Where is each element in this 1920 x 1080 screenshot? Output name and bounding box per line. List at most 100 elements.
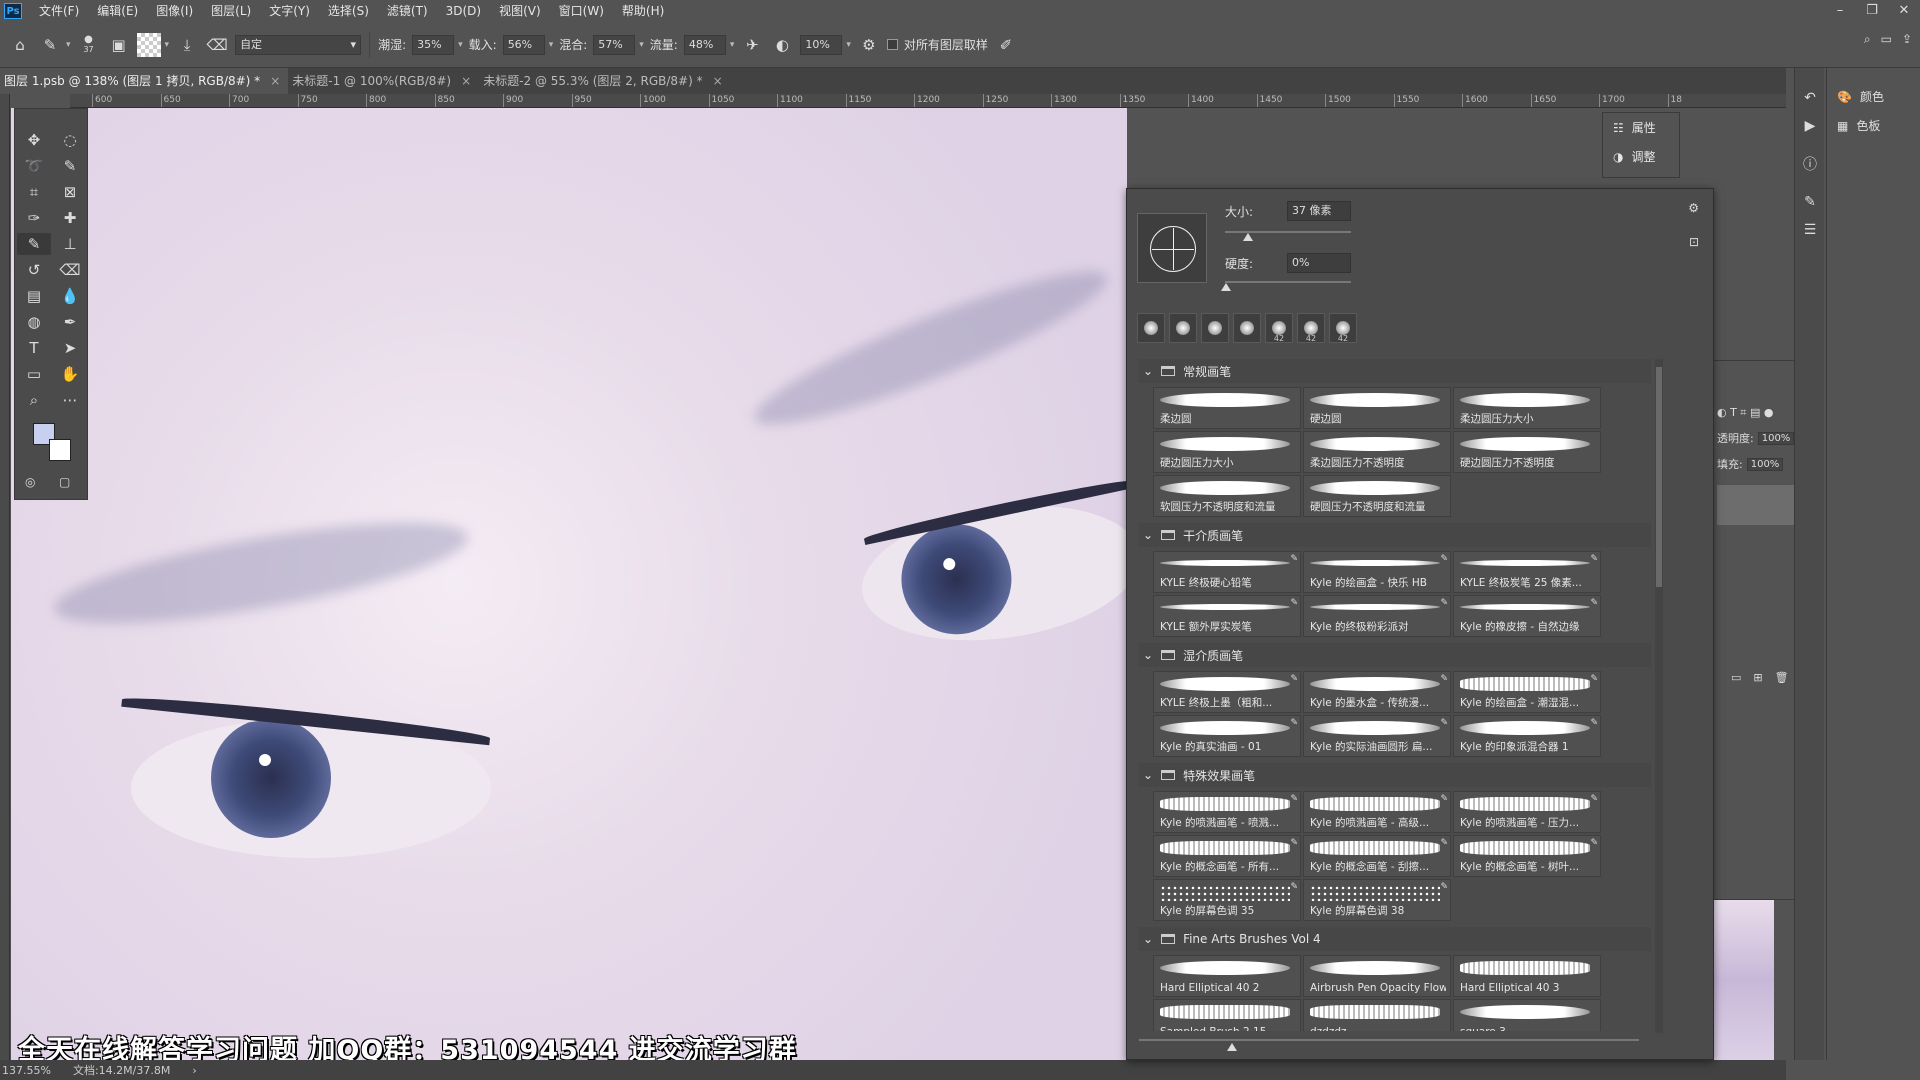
- lasso-tool-icon[interactable]: ➰: [17, 155, 51, 177]
- sample-all-layers-checkbox[interactable]: [886, 39, 898, 50]
- eyedropper-tool-icon[interactable]: ✑: [17, 207, 51, 229]
- brush-preset[interactable]: Hard Elliptical 40 3: [1453, 955, 1601, 997]
- close-button[interactable]: ✕: [1888, 0, 1920, 22]
- load-field[interactable]: 56%: [502, 34, 545, 55]
- pen-tool-icon[interactable]: ✒: [53, 311, 87, 333]
- quick-mask-icon[interactable]: ◎: [25, 475, 35, 489]
- screen-mode-icon[interactable]: ▢: [59, 475, 70, 489]
- brush-preset[interactable]: Kyle 的概念画笔 - 所有... ✎: [1153, 835, 1301, 877]
- trash-icon[interactable]: 🗑: [1775, 671, 1789, 684]
- brush-preset[interactable]: 硬圆压力不透明度和流量: [1303, 475, 1451, 517]
- layer-filter-icons[interactable]: ◐ T ⌗ ▤ ●: [1717, 406, 1774, 420]
- menu-item[interactable]: 视图(V): [490, 0, 550, 22]
- zoom-tool-icon[interactable]: ⌕: [17, 389, 51, 411]
- properties-button[interactable]: ☷ 属性: [1603, 113, 1679, 142]
- menu-item[interactable]: 3D(D): [437, 0, 490, 22]
- mixer-brush-tool-icon[interactable]: ✎: [38, 33, 62, 57]
- eraser-tool-icon[interactable]: ⌫: [53, 259, 87, 281]
- brush-preset[interactable]: 柔边圆: [1153, 387, 1301, 429]
- move-tool-icon[interactable]: ✥: [17, 129, 51, 151]
- hand-tool-icon[interactable]: ✋: [53, 363, 87, 385]
- frame-tool-icon[interactable]: ⊠: [53, 181, 87, 203]
- brush-preset[interactable]: Kyle 的喷溅画笔 - 喷溅... ✎: [1153, 791, 1301, 833]
- crop-tool-icon[interactable]: ⌗: [17, 181, 51, 203]
- more-tools-icon[interactable]: ⋯: [53, 389, 87, 411]
- color-panel-tab[interactable]: 🎨 颜色: [1827, 82, 1920, 111]
- opacity-field[interactable]: 100%: [1757, 431, 1795, 445]
- recent-brush[interactable]: [1169, 313, 1197, 343]
- clean-brush-icon[interactable]: ⌫: [205, 33, 229, 57]
- smoothing-field[interactable]: 10%: [800, 34, 843, 55]
- close-icon[interactable]: ×: [461, 68, 471, 94]
- swatches-panel-tab[interactable]: ▦ 色板: [1827, 111, 1920, 140]
- history-brush-tool-icon[interactable]: ↺: [17, 259, 51, 281]
- menu-item[interactable]: 帮助(H): [613, 0, 673, 22]
- brush-group-header[interactable]: ⌄ 湿介质画笔: [1139, 643, 1651, 667]
- tab-document-3[interactable]: 未标题-2 @ 55.3% (图层 2, RGB/8#) * ×: [479, 68, 730, 94]
- brush-preset[interactable]: Kyle 的实际油画圆形 扁... ✎: [1303, 715, 1451, 757]
- wetness-field[interactable]: 35%: [412, 34, 455, 55]
- brush-preset[interactable]: Sampled Brush 2 15: [1153, 999, 1301, 1031]
- zoom-level[interactable]: 137.55%: [2, 1064, 51, 1077]
- menu-item[interactable]: 滤镜(T): [378, 0, 437, 22]
- chevron-down-icon[interactable]: ⌄: [1143, 768, 1153, 782]
- brush-settings-icon[interactable]: ▣: [107, 33, 131, 57]
- channels-icon[interactable]: ☰: [1795, 216, 1825, 244]
- airbrush-icon[interactable]: ✈: [740, 33, 764, 57]
- quick-select-tool-icon[interactable]: ✎: [53, 155, 87, 177]
- rectangle-tool-icon[interactable]: ▭: [17, 363, 51, 385]
- actions-icon[interactable]: ▶: [1795, 112, 1825, 140]
- recent-brush[interactable]: 42: [1297, 313, 1325, 343]
- menu-item[interactable]: 文字(Y): [260, 0, 319, 22]
- recent-brush[interactable]: [1137, 313, 1165, 343]
- chevron-down-icon[interactable]: ⌄: [1143, 648, 1153, 662]
- brush-preset[interactable]: Kyle 的喷溅画笔 - 压力... ✎: [1453, 791, 1601, 833]
- gear-icon[interactable]: ⚙: [1688, 201, 1699, 215]
- flow-field[interactable]: 48%: [683, 34, 726, 55]
- brush-list-scrollbar[interactable]: [1655, 359, 1663, 1033]
- document-canvas[interactable]: [11, 108, 1127, 1060]
- brush-preset[interactable]: Kyle 的绘画盒 - 快乐 HB ✎: [1303, 551, 1451, 593]
- restore-button[interactable]: ❐: [1856, 0, 1888, 22]
- clone-stamp-tool-icon[interactable]: ⊥: [53, 233, 87, 255]
- size-slider-knob[interactable]: [1243, 233, 1253, 241]
- hardness-slider[interactable]: [1225, 281, 1351, 283]
- recent-brush[interactable]: [1233, 313, 1261, 343]
- brush-preset[interactable]: 硬边圆压力不透明度: [1453, 431, 1601, 473]
- home-icon[interactable]: ⌂: [8, 33, 32, 57]
- brush-preset[interactable]: KYLE 终极炭笔 25 像素... ✎: [1453, 551, 1601, 593]
- menu-item[interactable]: 选择(S): [319, 0, 378, 22]
- healing-brush-tool-icon[interactable]: ✚: [53, 207, 87, 229]
- brush-settings-icon[interactable]: ✎: [1795, 188, 1825, 216]
- mixer-brush-tool-icon[interactable]: ✎: [17, 233, 51, 255]
- blend-preset-select[interactable]: 自定 ▾: [235, 34, 362, 55]
- new-layer-icon[interactable]: ⊞: [1753, 671, 1762, 684]
- brush-preset[interactable]: 柔边圆压力大小: [1453, 387, 1601, 429]
- brush-preset[interactable]: Hard Elliptical 40 2: [1153, 955, 1301, 997]
- brush-preset[interactable]: Kyle 的终极粉彩派对 ✎: [1303, 595, 1451, 637]
- menu-item[interactable]: 图像(I): [147, 0, 202, 22]
- current-brush-load-swatch[interactable]: [136, 32, 161, 57]
- type-tool-icon[interactable]: T: [17, 337, 51, 359]
- brush-preset[interactable]: KYLE 额外厚实炭笔 ✎: [1153, 595, 1301, 637]
- brush-preset[interactable]: Kyle 的橡皮擦 - 自然边缘 ✎: [1453, 595, 1601, 637]
- brush-preset[interactable]: Kyle 的屏幕色调 38 ✎: [1303, 879, 1451, 921]
- brush-group-header[interactable]: ⌄ 干介质画笔: [1139, 523, 1651, 547]
- close-icon[interactable]: ×: [713, 68, 723, 94]
- brush-preset[interactable]: Airbrush Pen Opacity Flow: [1303, 955, 1451, 997]
- status-arrow-icon[interactable]: ›: [192, 1064, 196, 1077]
- brush-preset[interactable]: dzdzdz: [1303, 999, 1451, 1031]
- recent-brush[interactable]: 42: [1265, 313, 1293, 343]
- brush-preset[interactable]: Kyle 的真实油画 - 01 ✎: [1153, 715, 1301, 757]
- brush-preset[interactable]: Kyle 的墨水盒 - 传统漫... ✎: [1303, 671, 1451, 713]
- blur-tool-icon[interactable]: 💧: [53, 285, 87, 307]
- menu-item[interactable]: 窗口(W): [550, 0, 613, 22]
- new-group-icon[interactable]: ▭: [1731, 671, 1741, 684]
- brush-tip-preview[interactable]: [1137, 213, 1207, 283]
- load-brush-icon[interactable]: ⤓: [175, 33, 199, 57]
- recent-brush[interactable]: [1201, 313, 1229, 343]
- size-field[interactable]: 37 像素: [1287, 201, 1351, 221]
- background-color-swatch[interactable]: [49, 439, 71, 461]
- menu-item[interactable]: 图层(L): [202, 0, 260, 22]
- brush-preset[interactable]: Kyle 的概念画笔 - 刮擦... ✎: [1303, 835, 1451, 877]
